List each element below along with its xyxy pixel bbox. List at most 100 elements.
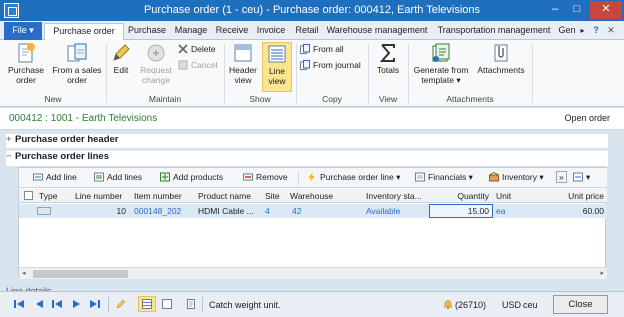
group-separator <box>532 44 533 103</box>
generate-from-template-button[interactable]: Generate from template ▾ <box>410 42 472 85</box>
cell-unit[interactable]: ea <box>496 206 505 216</box>
app-icon <box>4 3 19 18</box>
column-inventory-status[interactable]: Inventory sta... <box>366 191 426 201</box>
tab-manage[interactable]: Manage <box>171 23 211 40</box>
previous-record-icon[interactable] <box>34 299 44 309</box>
column-item-number[interactable]: Item number <box>134 191 182 201</box>
close-window-button[interactable]: ✕ <box>590 1 622 19</box>
first-record-icon[interactable] <box>14 299 24 309</box>
cell-item-number[interactable]: 000148_202 <box>134 206 181 216</box>
fasttab-purchase-order-header[interactable]: + Purchase order header <box>6 134 608 148</box>
column-product-name[interactable]: Product name <box>198 191 251 201</box>
from-journal-label: From journal <box>313 60 361 70</box>
copy-from-journal-button[interactable]: From journal <box>300 59 361 72</box>
add-line-button[interactable]: Add line <box>33 172 77 182</box>
edit-record-icon[interactable] <box>116 299 126 309</box>
details-view-icon[interactable] <box>162 299 172 309</box>
line-view-button[interactable]: Line view <box>262 42 292 92</box>
scroll-left-icon[interactable]: ◂ <box>22 269 26 277</box>
document-icon[interactable] <box>186 299 196 309</box>
remove-icon <box>243 173 253 181</box>
add-lines-label: Add lines <box>107 172 142 182</box>
help-icon[interactable]: ? <box>590 23 602 40</box>
notification-count[interactable]: (26710) <box>455 300 486 310</box>
column-warehouse[interactable]: Warehouse <box>290 191 333 201</box>
from-sales-order-label: From a sales order <box>52 65 102 85</box>
add-products-button[interactable]: Add products <box>160 172 223 182</box>
more-toolbar-button[interactable]: » <box>556 171 567 183</box>
cell-quantity[interactable]: 15.00 <box>439 206 489 216</box>
delete-button[interactable]: Delete <box>178 43 216 56</box>
scroll-right-icon[interactable]: ▸ <box>600 269 604 277</box>
tab-warehouse-management[interactable]: Warehouse management <box>324 23 430 40</box>
tab-transportation-management[interactable]: Transportation management <box>432 23 556 40</box>
table-row[interactable]: 10 000148_202 HDMI Cable ... 4 42 Availa… <box>19 204 607 218</box>
cell-product-name[interactable]: HDMI Cable ... <box>198 206 262 216</box>
tab-receive[interactable]: Receive <box>213 23 251 40</box>
column-unit-price[interactable]: Unit price <box>554 191 604 201</box>
horizontal-scrollbar[interactable]: ◂ ▸ <box>19 267 607 279</box>
purchase-order-header-label: Purchase order header <box>15 134 119 145</box>
minimize-button[interactable]: – <box>544 1 566 19</box>
inventory-icon <box>489 172 499 182</box>
column-type[interactable]: Type <box>39 191 57 201</box>
grid-settings-button[interactable]: ▾ <box>573 172 590 183</box>
purchase-order-line-menu[interactable]: Purchase order line ▾ <box>307 172 400 183</box>
previous-page-icon[interactable] <box>52 299 62 309</box>
edit-button[interactable]: Edit <box>108 42 134 75</box>
tab-purchase[interactable]: Purchase <box>126 23 168 40</box>
cell-unit-price[interactable]: 60.00 <box>554 206 604 216</box>
cancel-icon <box>178 60 188 70</box>
maximize-button[interactable]: □ <box>566 1 588 19</box>
cell-line-number[interactable]: 10 <box>75 206 126 216</box>
add-line-icon <box>33 173 43 181</box>
tab-general[interactable]: Gen <box>557 23 577 40</box>
tab-file-label: File <box>12 25 27 35</box>
remove-button[interactable]: Remove <box>243 172 288 182</box>
financials-menu[interactable]: Financials ▾ <box>415 172 473 183</box>
fasttab-purchase-order-lines[interactable]: − Purchase order lines <box>6 150 608 166</box>
header-view-button[interactable]: Header view <box>227 42 259 85</box>
select-all-checkbox[interactable] <box>24 191 33 200</box>
record-title: 000412 : 1001 - Earth Televisions <box>9 113 158 124</box>
tab-purchase-order[interactable]: Purchase order <box>44 23 124 41</box>
cell-inventory-status[interactable]: Available <box>366 206 400 216</box>
next-record-icon[interactable] <box>72 299 82 309</box>
close-button[interactable]: Close <box>553 295 608 314</box>
from-sales-order-button[interactable]: From a sales order <box>52 42 102 85</box>
column-unit[interactable]: Unit <box>496 191 511 201</box>
attachments-button[interactable]: Attachments <box>474 42 528 75</box>
scrollbar-thumb[interactable] <box>33 270 128 278</box>
grid-settings-icon <box>573 172 583 182</box>
tab-invoice[interactable]: Invoice <box>253 23 289 40</box>
purchase-order-button[interactable]: Purchase order <box>4 42 48 85</box>
lines-grid: Add line Add lines Add products Remove P… <box>18 167 607 279</box>
column-quantity[interactable]: Quantity <box>439 191 489 201</box>
grid-toolbar: Add line Add lines Add products Remove P… <box>19 168 607 188</box>
journal-icon <box>300 60 310 70</box>
group-new-label: New <box>44 94 62 104</box>
add-lines-button[interactable]: Add lines <box>94 172 142 182</box>
tab-file[interactable]: File ▾ <box>4 22 42 40</box>
last-record-icon[interactable] <box>90 299 100 309</box>
currency-indicator: USD <box>502 300 522 310</box>
tabs-scroll-right[interactable]: ▸ <box>578 23 587 40</box>
line-view-label: Line view <box>268 66 286 86</box>
notification-bell-icon[interactable] <box>443 299 453 309</box>
copy-from-all-button[interactable]: From all <box>300 43 344 56</box>
close-form-icon[interactable]: ✕ <box>605 23 617 40</box>
tab-retail[interactable]: Retail <box>292 23 322 40</box>
add-lines-icon <box>94 172 104 182</box>
status-message: Catch weight unit. <box>209 300 281 310</box>
generate-from-template-text: Generate from template <box>413 65 469 85</box>
cell-site[interactable]: 4 <box>265 206 270 216</box>
column-site[interactable]: Site <box>265 191 280 201</box>
totals-button[interactable]: Totals <box>371 42 405 75</box>
cell-warehouse[interactable]: 42 <box>292 206 301 216</box>
request-change-button[interactable]: Request change <box>136 42 176 85</box>
request-change-label: Request change <box>140 65 172 85</box>
inventory-menu[interactable]: Inventory ▾ <box>489 172 544 183</box>
column-line-number[interactable]: Line number <box>75 191 122 201</box>
purchase-order-label: Purchase order <box>8 65 44 85</box>
cancel-button[interactable]: Cancel <box>178 59 217 72</box>
